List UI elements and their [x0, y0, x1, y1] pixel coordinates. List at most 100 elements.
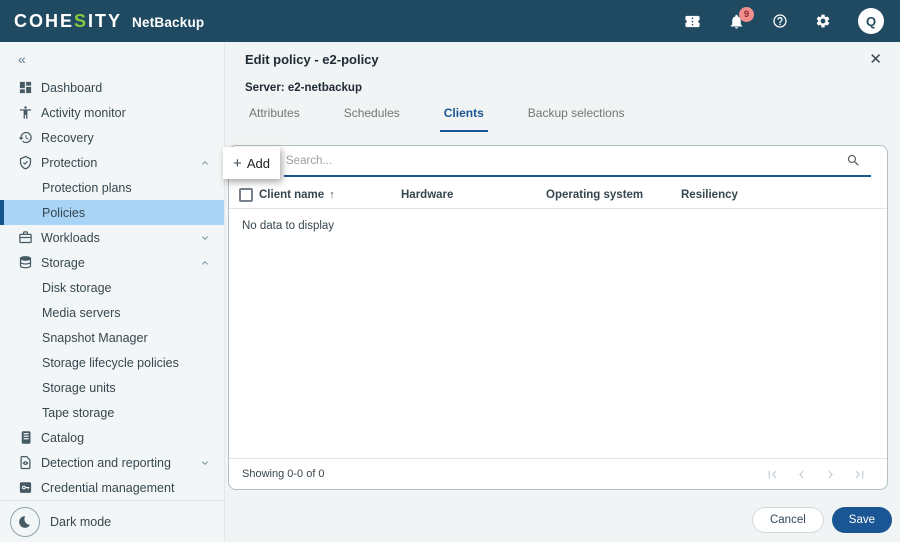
cancel-button[interactable]: Cancel: [751, 507, 824, 533]
clients-table-card: + Add Client name ↑ Hardware Operating s…: [223, 145, 888, 490]
sidebar-item-label: Storage lifecycle policies: [42, 355, 179, 370]
tab-bar: Attributes Schedules Clients Backup sele…: [245, 104, 629, 132]
chevron-down-icon[interactable]: [199, 457, 211, 469]
next-page-icon[interactable]: [823, 467, 838, 482]
user-avatar[interactable]: Q: [858, 8, 884, 34]
sidebar-item-label: Dashboard: [41, 80, 103, 95]
sidebar-item-snapshot-manager[interactable]: Snapshot Manager: [0, 325, 224, 350]
plus-icon: +: [233, 154, 242, 172]
last-page-icon[interactable]: [852, 467, 867, 482]
previous-page-icon[interactable]: [794, 467, 809, 482]
recovery-icon: [18, 130, 33, 145]
product-name: NetBackup: [132, 14, 205, 30]
tab-backup-selections[interactable]: Backup selections: [524, 104, 629, 132]
sidebar-item-label: Storage: [41, 255, 85, 270]
sidebar-item-label: Credential management: [41, 480, 175, 495]
book-icon: [18, 430, 33, 445]
sidebar-item-label: Storage units: [42, 380, 116, 395]
dark-mode-toggle[interactable]: Dark mode: [0, 500, 224, 542]
column-header-resiliency[interactable]: Resiliency: [681, 189, 738, 201]
sidebar-item-catalog[interactable]: Catalog: [0, 425, 224, 450]
sidebar-item-tape-storage[interactable]: Tape storage: [0, 400, 224, 425]
save-button[interactable]: Save: [831, 507, 892, 533]
table-footer: Showing 0-0 of 0: [229, 458, 887, 489]
sidebar-item-media-servers[interactable]: Media servers: [0, 300, 224, 325]
sort-ascending-icon: ↑: [329, 189, 335, 201]
sidebar-item-label: Tape storage: [42, 405, 115, 420]
sidebar-item-policies[interactable]: Policies: [0, 200, 224, 225]
sidebar-item-activity-monitor[interactable]: Activity monitor: [0, 100, 224, 125]
pagination-range-text: Showing 0-0 of 0: [242, 468, 325, 480]
notifications-button[interactable]: 9: [728, 6, 754, 30]
sidebar-item-storage-lifecycle-policies[interactable]: Storage lifecycle policies: [0, 350, 224, 375]
add-client-button[interactable]: + Add: [223, 147, 280, 179]
sidebar-item-workloads[interactable]: Workloads: [0, 225, 224, 250]
sidebar-item-label: Protection: [41, 155, 98, 170]
ticket-icon: [684, 13, 701, 30]
search-icon[interactable]: [846, 153, 861, 168]
sidebar-item-credential-management[interactable]: Credential management: [0, 475, 224, 500]
dark-mode-label: Dark mode: [50, 514, 112, 529]
topbar-actions: 9 Q: [684, 6, 884, 34]
server-label: Server: e2-netbackup: [245, 82, 362, 94]
sidebar-item-label: Workloads: [41, 230, 100, 245]
help-button[interactable]: [772, 13, 788, 29]
first-page-icon[interactable]: [765, 467, 780, 482]
sidebar-item-dashboard[interactable]: Dashboard: [0, 75, 224, 100]
tab-attributes[interactable]: Attributes: [245, 104, 304, 132]
sidebar-item-recovery[interactable]: Recovery: [0, 125, 224, 150]
panel-actions: Cancel Save: [751, 507, 892, 533]
moon-icon: [10, 506, 40, 537]
close-icon[interactable]: ✕: [869, 50, 882, 68]
search-bar: [284, 146, 871, 177]
collapse-sidebar-icon[interactable]: «: [18, 51, 26, 67]
sidebar-item-storage-units[interactable]: Storage units: [0, 375, 224, 400]
cohesity-logo: COHESITY: [14, 10, 123, 31]
sidebar-collapse-row: «: [0, 42, 224, 75]
chevron-down-icon[interactable]: [199, 232, 211, 244]
sidebar-item-protection-plans[interactable]: Protection plans: [0, 175, 224, 200]
page-title: Edit policy - e2-policy: [245, 52, 379, 67]
search-input[interactable]: [284, 154, 846, 167]
sidebar-item-label: Detection and reporting: [41, 455, 171, 470]
chevron-up-icon[interactable]: [199, 157, 211, 169]
empty-table-message: No data to display: [242, 220, 335, 232]
select-all-checkbox[interactable]: [239, 188, 253, 202]
add-button-label: Add: [246, 155, 270, 171]
column-header-operating-system[interactable]: Operating system: [546, 189, 681, 201]
notification-badge: 9: [739, 6, 754, 22]
tab-clients[interactable]: Clients: [439, 104, 488, 132]
help-icon: [772, 13, 788, 29]
report-icon: [18, 455, 33, 470]
sidebar-item-protection[interactable]: Protection: [0, 150, 224, 175]
sidebar: « Dashboard Activity monitor Recovery Pr…: [0, 42, 225, 542]
topbar: COHESITY NetBackup 9 Q: [0, 0, 900, 42]
settings-button[interactable]: [815, 13, 831, 29]
edit-policy-panel: Edit policy - e2-policy ✕ Server: e2-net…: [223, 42, 900, 542]
column-header-hardware[interactable]: Hardware: [401, 189, 546, 201]
gear-icon: [815, 13, 831, 29]
column-header-client-name[interactable]: Client name ↑: [259, 189, 401, 201]
pagination-controls: [765, 467, 867, 482]
sidebar-item-label: Disk storage: [42, 280, 112, 295]
sidebar-item-label: Media servers: [42, 305, 121, 320]
brand-logo: COHESITY NetBackup: [14, 11, 204, 32]
sidebar-nav: Dashboard Activity monitor Recovery Prot…: [0, 75, 224, 500]
sidebar-item-detection-and-reporting[interactable]: Detection and reporting: [0, 450, 224, 475]
credential-key-icon: [18, 480, 33, 495]
sidebar-item-label: Snapshot Manager: [42, 330, 148, 345]
sidebar-item-storage[interactable]: Storage: [0, 250, 224, 275]
main-layout: « Dashboard Activity monitor Recovery Pr…: [0, 42, 900, 542]
activity-monitor-icon: [18, 105, 33, 120]
sidebar-item-label: Activity monitor: [41, 105, 126, 120]
table-header-row: Client name ↑ Hardware Operating system …: [229, 182, 887, 209]
license-ticket-button[interactable]: [684, 13, 701, 30]
tab-schedules[interactable]: Schedules: [340, 104, 404, 132]
chevron-up-icon[interactable]: [199, 257, 211, 269]
sidebar-item-label: Recovery: [41, 130, 94, 145]
sidebar-item-disk-storage[interactable]: Disk storage: [0, 275, 224, 300]
dashboard-icon: [18, 80, 33, 95]
sidebar-item-label: Policies: [42, 205, 86, 220]
sidebar-item-label: Catalog: [41, 430, 85, 445]
database-icon: [18, 255, 33, 270]
